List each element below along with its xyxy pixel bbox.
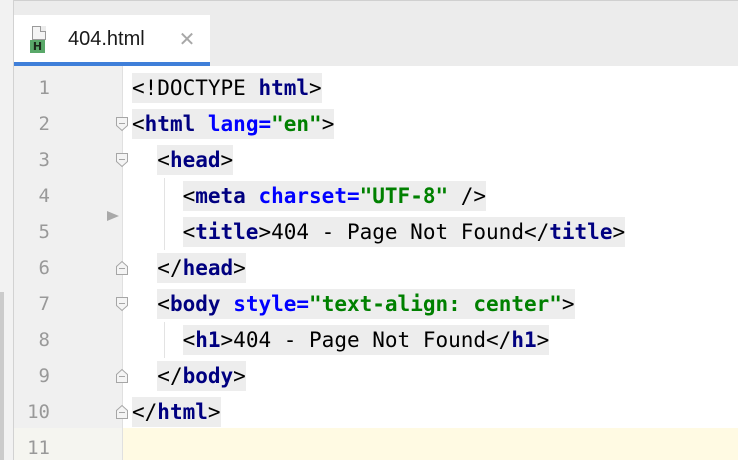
code-token: </ [157,256,183,280]
code-token: > [233,256,246,280]
code-token: /> [448,184,487,208]
code-line[interactable]: <body style="text-align: center"> [132,286,575,322]
code-line[interactable]: <title>404 - Page Not Found</title> [132,214,626,250]
close-icon[interactable]: ✕ [176,26,198,52]
current-line-highlight [123,428,738,460]
code-token: >404 - Page Not Found</ [258,220,550,244]
line-number[interactable]: 5 [14,214,50,250]
code-token: head [182,256,234,280]
tag-highlight: <meta charset="UTF-8" /> [182,181,487,211]
tag-highlight: <!DOCTYPE html> [132,73,322,103]
fold-close-icon[interactable] [115,368,129,384]
tab-404-html[interactable]: H 404.html ✕ [14,15,210,67]
code-token: > [536,328,550,352]
code-token: body [169,292,221,316]
code-token: style= [233,292,310,316]
file-icon-letter: H [30,40,45,53]
code-token: meta [195,184,246,208]
code-token: h1 [511,328,537,352]
code-token: "en" [271,112,322,136]
tag-highlight: </head> [157,253,246,283]
code-token: "text-align: center" [309,292,562,316]
code-line[interactable]: <h1>404 - Page Not Found</h1> [132,322,550,358]
tab-label: 404.html [68,28,145,50]
editor-window: H 404.html ✕ 1 2 3 4 5 6 7 8 9 10 11 <!DOCTYPE htm… [0,0,738,460]
code-token: < [132,112,145,136]
code-token: >404 - Page Not Found</ [220,328,512,352]
fold-open-icon[interactable] [115,152,129,168]
code-token: charset= [258,184,360,208]
tag-highlight: <head> [157,145,234,175]
line-number[interactable]: 3 [14,142,50,178]
code-token: < [157,292,170,316]
code-token: < [182,328,196,352]
code-line[interactable]: <!DOCTYPE html> [132,70,322,106]
code-token: < [182,184,196,208]
tag-highlight: <html lang="en"> [132,109,335,139]
code-token: > [321,112,335,136]
line-number[interactable]: 2 [14,106,50,142]
collapsed-region-icon[interactable] [106,207,120,221]
code-token: </ [157,364,183,388]
scroll-marker[interactable] [0,292,4,460]
code-token: title [549,220,613,244]
code-token: html [144,112,196,136]
line-number[interactable]: 1 [14,70,50,106]
fold-close-icon[interactable] [115,404,129,420]
line-number[interactable]: 7 [14,286,50,322]
code-token: <!DOCTYPE [132,76,259,100]
code-line[interactable]: </html> [132,394,221,430]
code-token: body [182,364,234,388]
code-line[interactable]: <html lang="en"> [132,106,335,142]
indent-guide [164,322,165,358]
code-token: html [157,400,208,424]
fold-open-icon[interactable] [115,116,129,132]
indent-guide [164,178,165,250]
line-number[interactable]: 4 [14,178,50,214]
code-token: html [258,76,310,100]
tab-bar: H 404.html ✕ [14,0,738,67]
code-line[interactable]: </head> [132,250,246,286]
code-token: < [182,220,196,244]
code-token: title [195,220,259,244]
code-token: lang= [207,112,272,136]
code-token: < [157,148,170,172]
code-token: > [309,76,322,100]
code-token: > [233,364,246,388]
line-number[interactable]: 11 [14,430,50,460]
left-tool-strip [0,0,14,460]
code-token: > [207,400,221,424]
line-number[interactable]: 6 [14,250,50,286]
code-token: > [220,148,234,172]
code-token: h1 [195,328,221,352]
fold-close-icon[interactable] [115,260,129,276]
code-token: </ [132,400,158,424]
tag-highlight: <body style="text-align: center"> [157,289,575,319]
line-number[interactable]: 9 [14,358,50,394]
tag-highlight: <title>404 - Page Not Found</title> [182,217,626,247]
line-number[interactable]: 10 [14,394,50,430]
line-number[interactable]: 8 [14,322,50,358]
fold-open-icon[interactable] [115,296,129,312]
code-token: > [561,292,575,316]
code-line[interactable]: <head> [132,142,234,178]
tag-highlight: <h1>404 - Page Not Found</h1> [182,325,550,355]
html-file-icon: H [30,26,46,53]
code-token: head [169,148,221,172]
code-line[interactable]: <meta charset="UTF-8" /> [132,178,487,214]
tag-highlight: </body> [157,361,246,391]
code-token: "UTF-8" [359,184,449,208]
tag-highlight: </html> [132,397,221,427]
code-line[interactable]: </body> [132,358,246,394]
code-token: > [612,220,626,244]
